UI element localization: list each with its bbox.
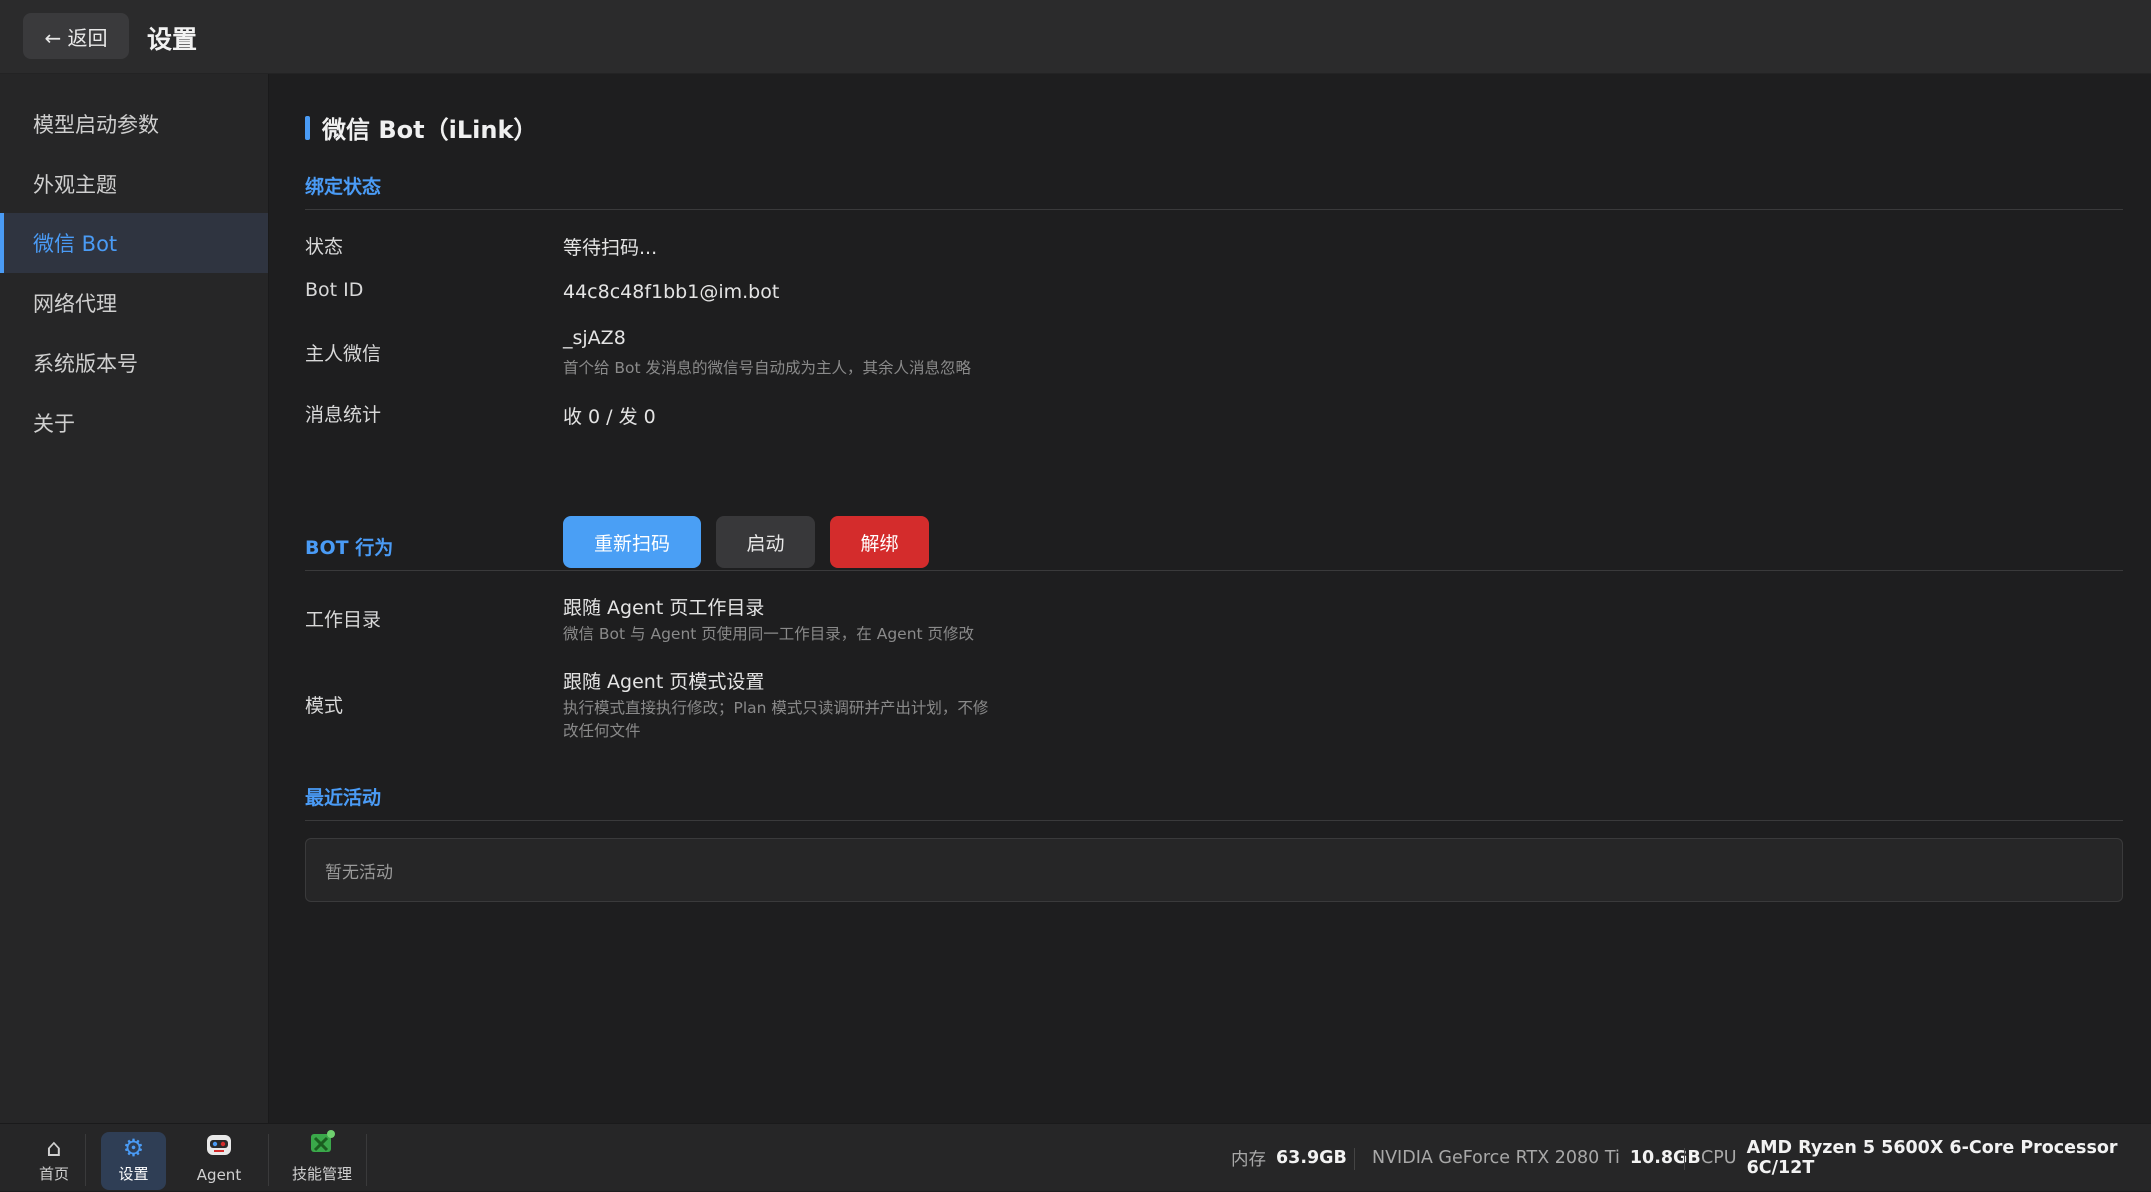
status-value: 等待扫码... <box>563 237 658 259</box>
group-title-behavior: BOT 行为 <box>305 533 2123 571</box>
dock-divider <box>85 1134 86 1186</box>
back-button[interactable]: ← 返回 <box>23 13 129 59</box>
puzzle-icon <box>307 1128 337 1161</box>
dock-divider <box>366 1134 367 1186</box>
sidebar-item-proxy[interactable]: 网络代理 <box>0 273 268 333</box>
dock-settings[interactable]: ⚙ 设置 <box>101 1132 166 1190</box>
botid-label: Bot ID <box>305 279 364 301</box>
settings-sidebar: 模型启动参数 外观主题 微信 Bot 网络代理 系统版本号 关于 <box>0 74 269 1123</box>
dock-settings-label: 设置 <box>118 1165 149 1183</box>
status-label: 状态 <box>305 236 344 258</box>
workdir-value: 跟随 Agent 页工作目录 <box>563 597 765 619</box>
owner-label: 主人微信 <box>305 343 382 365</box>
gpu-value: 10.8GB <box>1629 1148 1701 1168</box>
owner-hint: 首个给 Bot 发消息的微信号自动成为主人，其余人消息忽略 <box>563 359 972 377</box>
status-memory: 内存 63.9GB <box>1231 1124 1347 1192</box>
activity-empty-text: 暂无活动 <box>325 862 393 883</box>
status-cpu: CPU AMD Ryzen 5 5600X 6-Core Processor 6… <box>1701 1124 2151 1192</box>
group-title-binding: 绑定状态 <box>305 172 2123 210</box>
sidebar-item-version[interactable]: 系统版本号 <box>0 333 268 393</box>
accent-bar <box>305 115 310 140</box>
activity-empty-box: 暂无活动 <box>305 838 2123 902</box>
mode-hint-line2: 改任何文件 <box>563 722 641 740</box>
dock-agent[interactable]: Agent <box>184 1132 254 1190</box>
sidebar-item-about[interactable]: 关于 <box>0 393 268 453</box>
stats-label: 消息统计 <box>305 404 382 426</box>
group-title-activity: 最近活动 <box>305 783 2123 821</box>
status-divider <box>1354 1148 1355 1170</box>
robot-icon <box>204 1131 234 1164</box>
sidebar-item-theme[interactable]: 外观主题 <box>0 154 268 214</box>
section-title: 微信 Bot（iLink） <box>322 116 538 144</box>
dock-home-label: 首页 <box>38 1165 69 1183</box>
dock-agent-label: Agent <box>196 1166 242 1184</box>
gear-icon: ⚙ <box>122 1134 145 1162</box>
page-title: 设置 <box>147 25 198 54</box>
home-icon: ⌂ <box>46 1134 62 1162</box>
mode-value: 跟随 Agent 页模式设置 <box>563 671 765 693</box>
memory-label: 内存 <box>1231 1149 1266 1170</box>
status-divider <box>1684 1148 1685 1170</box>
memory-value: 63.9GB <box>1276 1148 1347 1168</box>
sidebar-item-wechat-bot[interactable]: 微信 Bot <box>0 213 268 273</box>
cpu-label: CPU <box>1701 1148 1737 1168</box>
top-header: ← 返回 设置 <box>0 0 2151 74</box>
sidebar-item-model-params[interactable]: 模型启动参数 <box>0 94 268 154</box>
mode-label: 模式 <box>305 695 344 717</box>
gpu-label: NVIDIA GeForce RTX 2080 Ti <box>1372 1148 1620 1168</box>
mode-hint-line1: 执行模式直接执行修改；Plan 模式只读调研并产出计划，不修 <box>563 699 989 717</box>
botid-value: 44c8c48f1bb1@im.bot <box>563 281 780 303</box>
dock-home[interactable]: ⌂ 首页 <box>20 1132 88 1190</box>
dock-skills-label: 技能管理 <box>291 1165 352 1183</box>
owner-value: _sjAZ8 <box>563 327 626 349</box>
workdir-hint: 微信 Bot 与 Agent 页使用同一工作目录，在 Agent 页修改 <box>563 625 975 643</box>
workdir-label: 工作目录 <box>305 609 382 631</box>
section-heading: 微信 Bot（iLink） <box>305 110 537 145</box>
stats-value: 收 0 / 发 0 <box>563 406 656 428</box>
status-gpu: NVIDIA GeForce RTX 2080 Ti 10.8GB <box>1372 1124 1701 1192</box>
settings-main: 微信 Bot（iLink） 绑定状态 状态 等待扫码... Bot ID 44c… <box>269 74 2151 1123</box>
cpu-value: AMD Ryzen 5 5600X 6-Core Processor 6C/12… <box>1746 1138 2118 1178</box>
dock-skills[interactable]: 技能管理 <box>284 1130 360 1190</box>
dock-divider <box>268 1134 269 1186</box>
bottom-dock: ⌂ 首页 ⚙ 设置 Agent 技能管理 内存 63.9GB NVIDIA Ge… <box>0 1123 2151 1191</box>
